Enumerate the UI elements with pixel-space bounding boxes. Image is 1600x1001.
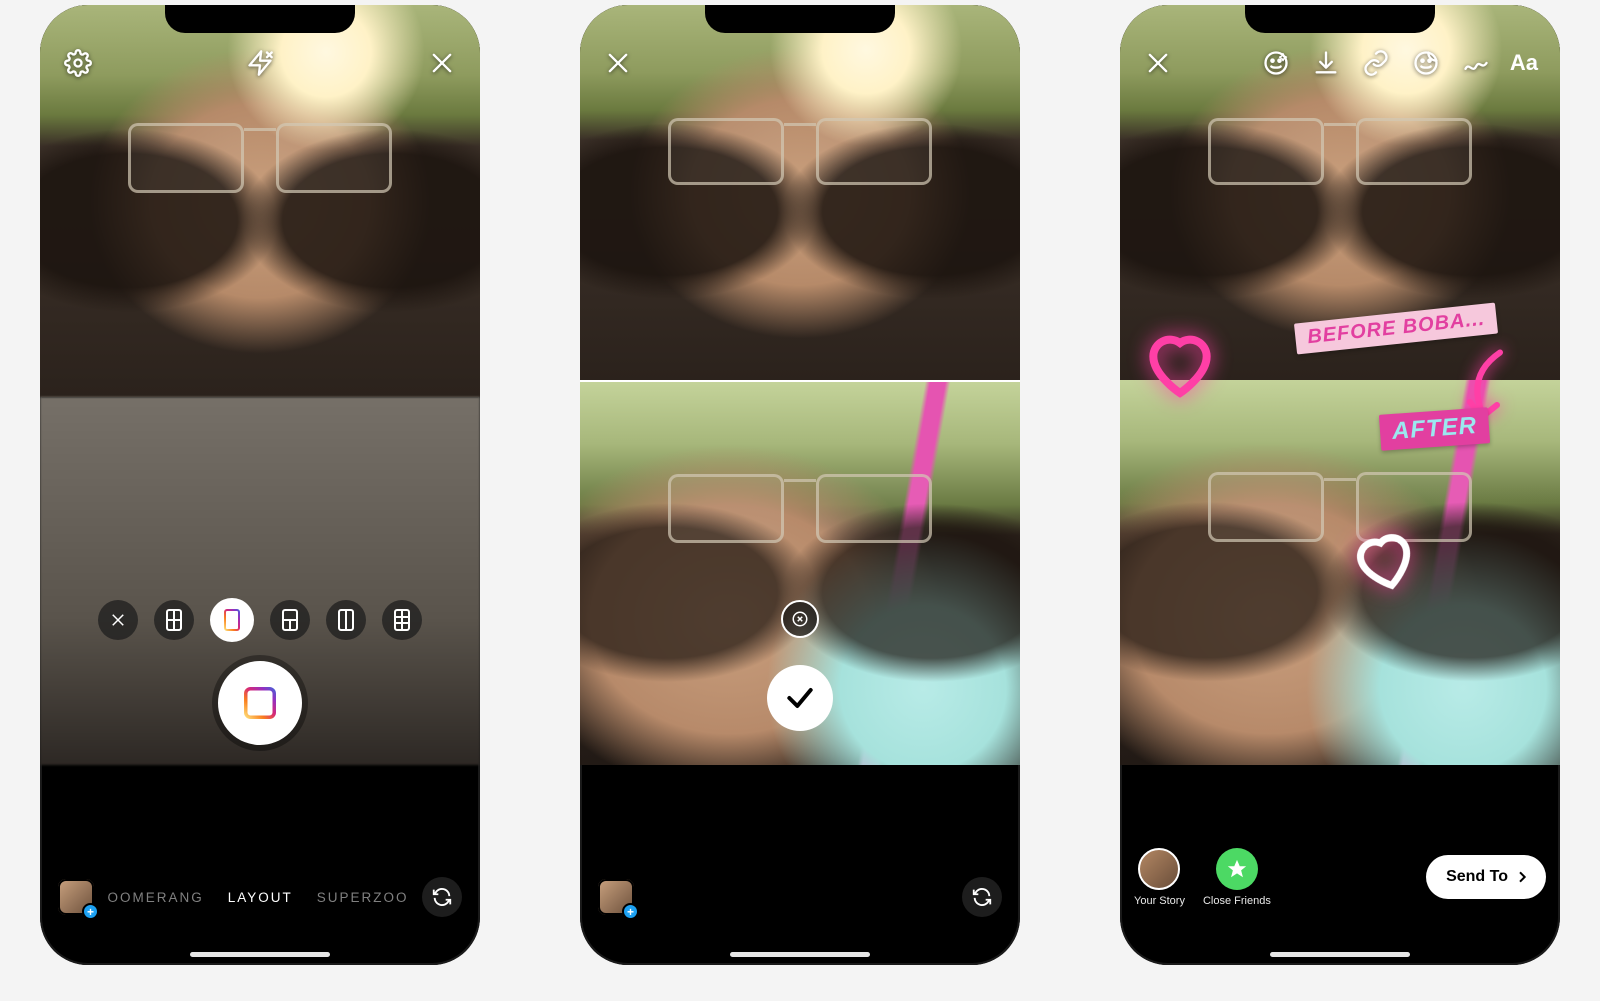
close-friends-label: Close Friends [1203, 895, 1271, 907]
shutter-button[interactable] [218, 661, 302, 745]
editor-topbar: Aa [1120, 41, 1560, 85]
effects-icon[interactable] [1260, 47, 1292, 79]
mode-carousel[interactable]: OOMERANG LAYOUT SUPERZOO [108, 890, 408, 905]
mode-superzoom[interactable]: SUPERZOO [317, 890, 408, 905]
close-icon[interactable] [1142, 47, 1174, 79]
delete-pane-button[interactable] [781, 600, 819, 638]
notch [165, 5, 355, 33]
screen-layout-confirm: + [580, 5, 1020, 965]
mode-layout[interactable]: LAYOUT [228, 890, 293, 905]
screen-layout-camera: + OOMERANG LAYOUT SUPERZOO [40, 5, 480, 965]
download-icon[interactable] [1310, 47, 1342, 79]
camera-bottom-bar: + OOMERANG LAYOUT SUPERZOO [40, 869, 480, 925]
layout-options-row [40, 595, 480, 645]
text-sticker-after[interactable]: AFTER [1379, 407, 1490, 451]
layout-option-split-h[interactable] [210, 598, 254, 642]
camera-switch-icon[interactable] [422, 877, 462, 917]
home-indicator [1270, 952, 1410, 957]
camera-topbar [40, 41, 480, 85]
notch [1245, 5, 1435, 33]
screen-story-editor: BEFORE BOBA... AFTER Aa Your Story [1120, 5, 1560, 965]
link-icon[interactable] [1360, 47, 1392, 79]
camera-switch-icon[interactable] [962, 877, 1002, 917]
add-icon: + [82, 903, 99, 920]
add-icon: + [622, 903, 639, 920]
story-pane-2 [1120, 380, 1560, 765]
close-icon[interactable] [426, 47, 458, 79]
gallery-thumbnail[interactable]: + [58, 879, 94, 915]
share-bar: Your Story Close Friends Send To [1120, 837, 1560, 917]
home-indicator [730, 952, 870, 957]
draw-icon[interactable] [1460, 47, 1492, 79]
layout-option-2x3[interactable] [382, 600, 422, 640]
mode-boomerang[interactable]: OOMERANG [108, 890, 204, 905]
text-tool-icon[interactable]: Aa [1510, 47, 1538, 79]
sticker-icon[interactable] [1410, 47, 1442, 79]
layout-close-icon[interactable] [98, 600, 138, 640]
send-to-button[interactable]: Send To [1426, 855, 1546, 899]
layout-option-2x2[interactable] [154, 600, 194, 640]
home-indicator [190, 952, 330, 957]
flash-icon[interactable] [244, 47, 276, 79]
avatar [1138, 848, 1180, 890]
chevron-right-icon [1514, 869, 1530, 885]
gallery-thumbnail[interactable]: + [598, 879, 634, 915]
layout-option-3row[interactable] [270, 600, 310, 640]
camera-bottom-bar: + [580, 869, 1020, 925]
send-to-label: Send To [1446, 868, 1508, 886]
close-icon[interactable] [602, 47, 634, 79]
layout-divider [580, 380, 1020, 382]
your-story-button[interactable]: Your Story [1134, 848, 1185, 907]
close-friends-button[interactable]: Close Friends [1203, 848, 1271, 907]
settings-icon[interactable] [62, 47, 94, 79]
confirm-button[interactable] [767, 665, 833, 731]
your-story-label: Your Story [1134, 895, 1185, 907]
notch [705, 5, 895, 33]
layout-option-split-v[interactable] [326, 600, 366, 640]
confirm-topbar [580, 41, 1020, 85]
heart-sticker[interactable] [1140, 323, 1220, 403]
